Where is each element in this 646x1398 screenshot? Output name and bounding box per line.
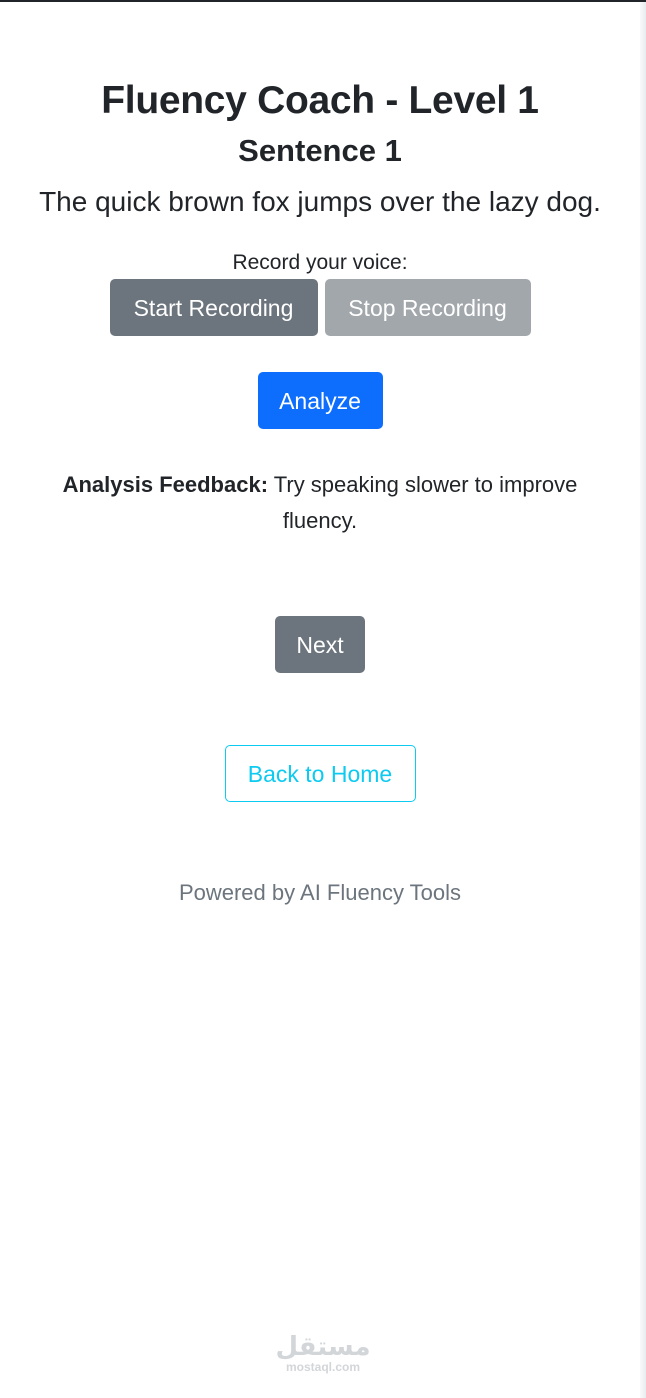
page-title: Fluency Coach - Level 1 xyxy=(101,79,539,122)
next-wrapper: Next xyxy=(0,616,640,673)
watermark-latin: mostaql.com xyxy=(285,1360,360,1374)
feedback-label: Analysis Feedback: xyxy=(62,472,269,497)
stop-recording-button[interactable]: Stop Recording xyxy=(324,279,531,336)
footer-text: Powered by AI Fluency Tools xyxy=(178,880,462,905)
sentence-heading: Sentence 1 xyxy=(238,133,402,168)
page: Fluency Coach - Level 1 Sentence 1 The q… xyxy=(0,0,646,1398)
main-content: Fluency Coach - Level 1 Sentence 1 The q… xyxy=(0,2,640,908)
record-label: Record your voice: xyxy=(232,251,408,274)
practice-sentence: The quick brown fox jumps over the lazy … xyxy=(39,186,601,217)
recording-controls: Start Recording Stop Recording xyxy=(0,279,640,336)
watermark-arabic: مستقل xyxy=(275,1331,371,1361)
feedback-text: Try speaking slower to improve fluency. xyxy=(273,472,578,533)
next-button[interactable]: Next xyxy=(275,616,365,673)
analysis-feedback: Analysis Feedback: Try speaking slower t… xyxy=(25,467,615,539)
watermark-logo: مستقل mostaql.com xyxy=(0,1332,646,1374)
home-wrapper: Back to Home xyxy=(0,745,640,802)
analyze-button[interactable]: Analyze xyxy=(257,372,383,429)
analyze-wrapper: Analyze xyxy=(0,372,640,429)
start-recording-button[interactable]: Start Recording xyxy=(109,279,318,336)
scrollbar-edge xyxy=(640,2,646,1398)
back-to-home-button[interactable]: Back to Home xyxy=(224,745,416,802)
